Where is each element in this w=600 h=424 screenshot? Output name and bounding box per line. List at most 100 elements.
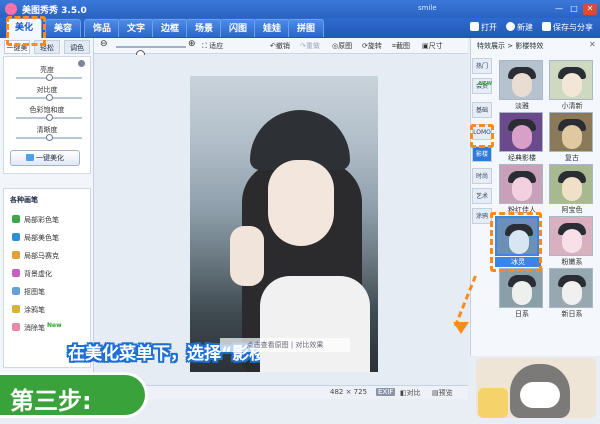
panel-close-icon[interactable]: ✕ — [589, 40, 596, 49]
sub-tab-color[interactable]: 调色 — [64, 40, 90, 54]
brush-cutout[interactable]: 抠图笔 — [12, 287, 45, 297]
cat-mascot-image — [476, 358, 596, 418]
effect-tile[interactable]: 粉红佳人 — [499, 164, 545, 215]
brush-icon — [12, 233, 20, 241]
saturation-slider[interactable] — [16, 114, 82, 121]
effect-tile[interactable]: 阿宝色 — [549, 164, 595, 215]
effect-label: 粉嫩系 — [561, 258, 583, 266]
category-basic[interactable]: 基础 — [472, 102, 492, 118]
compare-button[interactable]: ◧对比 — [400, 388, 421, 398]
eraser-icon — [12, 323, 20, 331]
redo-button[interactable]: ↷重做 — [300, 41, 320, 51]
photo-face — [268, 160, 334, 246]
category-doodle[interactable]: 涂鸦 — [472, 208, 492, 224]
undo-button[interactable]: ↶撤销 — [270, 41, 290, 51]
effect-label: 经典影楼 — [508, 154, 536, 162]
sharpness-slider[interactable] — [16, 134, 82, 141]
effect-thumbnail — [549, 216, 593, 256]
tab-collage[interactable]: 拼图 — [288, 19, 324, 37]
category-member[interactable]: 会员 NEW — [472, 78, 492, 94]
brush-mosaic[interactable]: 局部马赛克 — [12, 251, 59, 261]
tab-scenes[interactable]: 场景 — [186, 19, 222, 37]
effect-tile[interactable]: 复古 — [549, 112, 595, 163]
new-badge: New — [47, 322, 62, 329]
thumb-face — [562, 177, 582, 201]
edited-photo[interactable]: 点击查看原图 | 对比效果 — [190, 76, 378, 372]
cutout-icon — [12, 287, 20, 295]
category-hot[interactable]: 热门 — [472, 58, 492, 74]
crop-button[interactable]: ⌗截图 — [392, 41, 410, 51]
effect-tile[interactable]: 经典影楼 — [499, 112, 545, 163]
effect-tile[interactable]: 新日系 — [549, 268, 595, 319]
effect-label: 复古 — [565, 154, 579, 162]
zoom-out-icon[interactable]: ⊖ — [100, 39, 108, 49]
effect-label: 阿宝色 — [561, 206, 583, 214]
maximize-button[interactable]: □ — [567, 3, 581, 15]
blur-icon — [12, 269, 20, 277]
resize-button[interactable]: ▣尺寸 — [422, 41, 443, 51]
tab-flash[interactable]: 闪图 — [220, 19, 256, 37]
new-badge: NEW — [478, 81, 492, 87]
image-size: 482 × 725 — [330, 388, 368, 396]
effect-tile[interactable]: 淡雅 — [499, 60, 545, 111]
breadcrumb: 特效展示 > 影楼特效 — [477, 42, 544, 50]
original-button[interactable]: ◎原图 — [332, 41, 352, 51]
brush-color-partial[interactable]: 局部彩色笔 — [12, 215, 59, 225]
tab-dolls[interactable]: 娃娃 — [254, 19, 290, 37]
effect-thumbnail — [549, 268, 593, 308]
new-button[interactable]: 新建 — [506, 22, 533, 33]
thumb-face — [562, 73, 582, 97]
brush-doodle[interactable]: 涂鸦笔 — [12, 305, 45, 315]
effect-thumbnail — [499, 112, 543, 152]
brush-background-blur[interactable]: 背景虚化 — [12, 269, 52, 279]
save-icon — [542, 22, 551, 31]
thumb-face — [512, 177, 532, 201]
brightness-slider[interactable] — [16, 74, 82, 81]
effect-tile[interactable]: 粉嫩系 — [549, 216, 595, 267]
user-name[interactable]: smile — [418, 4, 437, 12]
tab-text[interactable]: 文字 — [118, 19, 154, 37]
brush-beauty-partial[interactable]: 局部美色笔 — [12, 233, 59, 243]
slider-knob[interactable] — [46, 74, 53, 81]
rotate-button[interactable]: ⟳旋转 — [362, 41, 382, 51]
tab-skin[interactable]: 美容 — [45, 19, 81, 37]
category-studio[interactable]: 影楼 — [472, 146, 492, 162]
exif-button[interactable]: EXIF — [376, 388, 396, 396]
zoom-slider[interactable] — [116, 46, 186, 59]
app-logo-icon — [5, 3, 17, 15]
thumb-face — [512, 125, 532, 149]
close-button[interactable]: ✕ — [583, 3, 597, 15]
tab-ornaments[interactable]: 饰品 — [84, 19, 120, 37]
brush-title: 各种画笔 — [10, 196, 38, 204]
category-fashion[interactable]: 时尚 — [472, 168, 492, 184]
fit-button[interactable]: ⛶ 适应 — [202, 41, 223, 51]
step-badge: 第三步: — [0, 372, 148, 418]
toolbar: ⊖ ⊕ ⛶ 适应 ↶撤销 ↷重做 ◎原图 ⟳旋转 ⌗截图 ▣尺寸 — [94, 38, 468, 59]
contrast-slider[interactable] — [16, 94, 82, 101]
pencil-icon — [12, 305, 20, 313]
effect-thumbnail — [499, 60, 543, 100]
brush-eraser[interactable]: 消除笔 New — [12, 322, 62, 333]
main-menu: 美化 美容 饰品 文字 边框 场景 闪图 娃娃 拼图 打开 新建 保存与分享 — [0, 18, 600, 38]
tab-frames[interactable]: 边框 — [152, 19, 188, 37]
minimize-button[interactable]: — — [552, 3, 566, 15]
effect-tile[interactable]: 日系 — [499, 268, 545, 319]
effect-tile[interactable]: 小清新 — [549, 60, 595, 111]
slider-knob[interactable] — [46, 134, 53, 141]
slider-knob[interactable] — [46, 114, 53, 121]
app-title: 美图秀秀 3.5.0 — [22, 6, 87, 16]
highlight-studio-category — [470, 124, 494, 148]
effect-thumbnail — [549, 60, 593, 100]
compare-hint[interactable]: 点击查看原图 | 对比效果 — [220, 338, 350, 352]
save-share-button[interactable]: 保存与分享 — [542, 22, 593, 33]
highlight-bingling-effect — [490, 212, 542, 272]
preview-button[interactable]: ▤预览 — [432, 388, 453, 398]
slider-knob[interactable] — [46, 94, 53, 101]
category-art[interactable]: 艺术 — [472, 188, 492, 204]
effect-thumbnail — [499, 164, 543, 204]
zoom-in-icon[interactable]: ⊕ — [188, 39, 196, 49]
effect-label: 日系 — [515, 310, 529, 318]
open-button[interactable]: 打开 — [470, 22, 497, 33]
one-key-beautify-button[interactable]: 一键美化 — [10, 150, 80, 166]
effect-label: 淡雅 — [515, 102, 529, 110]
